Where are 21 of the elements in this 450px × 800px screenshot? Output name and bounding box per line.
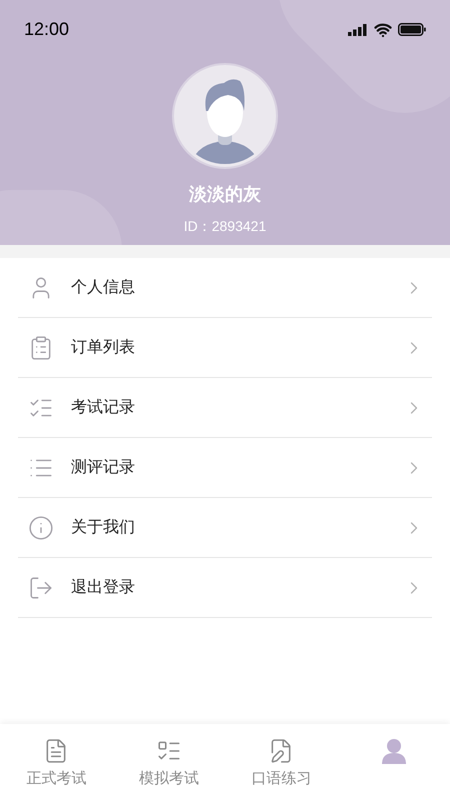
battery-icon xyxy=(398,23,426,36)
menu-label: 测评记录 xyxy=(71,458,135,478)
menu-item[interactable]: 个人信息 xyxy=(18,258,432,318)
exit-icon xyxy=(28,574,54,600)
info-icon xyxy=(28,514,54,540)
user-id: ID：2893421 xyxy=(184,217,266,236)
menu-label: 个人信息 xyxy=(71,278,135,298)
signal-icon xyxy=(348,24,368,36)
user-name: 淡淡的灰 xyxy=(189,183,261,206)
menu-item[interactable]: 订单列表 xyxy=(18,318,432,378)
menu-item[interactable]: 考试记录 xyxy=(18,378,432,438)
menu-item[interactable]: 退出登录 xyxy=(18,558,432,618)
profile-icon xyxy=(380,738,407,764)
menu-label: 订单列表 xyxy=(71,338,135,358)
wifi-icon xyxy=(374,20,392,38)
menu-item[interactable]: 测评记录 xyxy=(18,438,432,498)
menu-label: 考试记录 xyxy=(71,398,135,418)
status-time: 12:00 xyxy=(24,18,70,41)
menu-label: 退出登录 xyxy=(71,578,135,598)
menu-label: 关于我们 xyxy=(71,518,135,538)
menu-item[interactable]: 关于我们 xyxy=(18,498,432,558)
